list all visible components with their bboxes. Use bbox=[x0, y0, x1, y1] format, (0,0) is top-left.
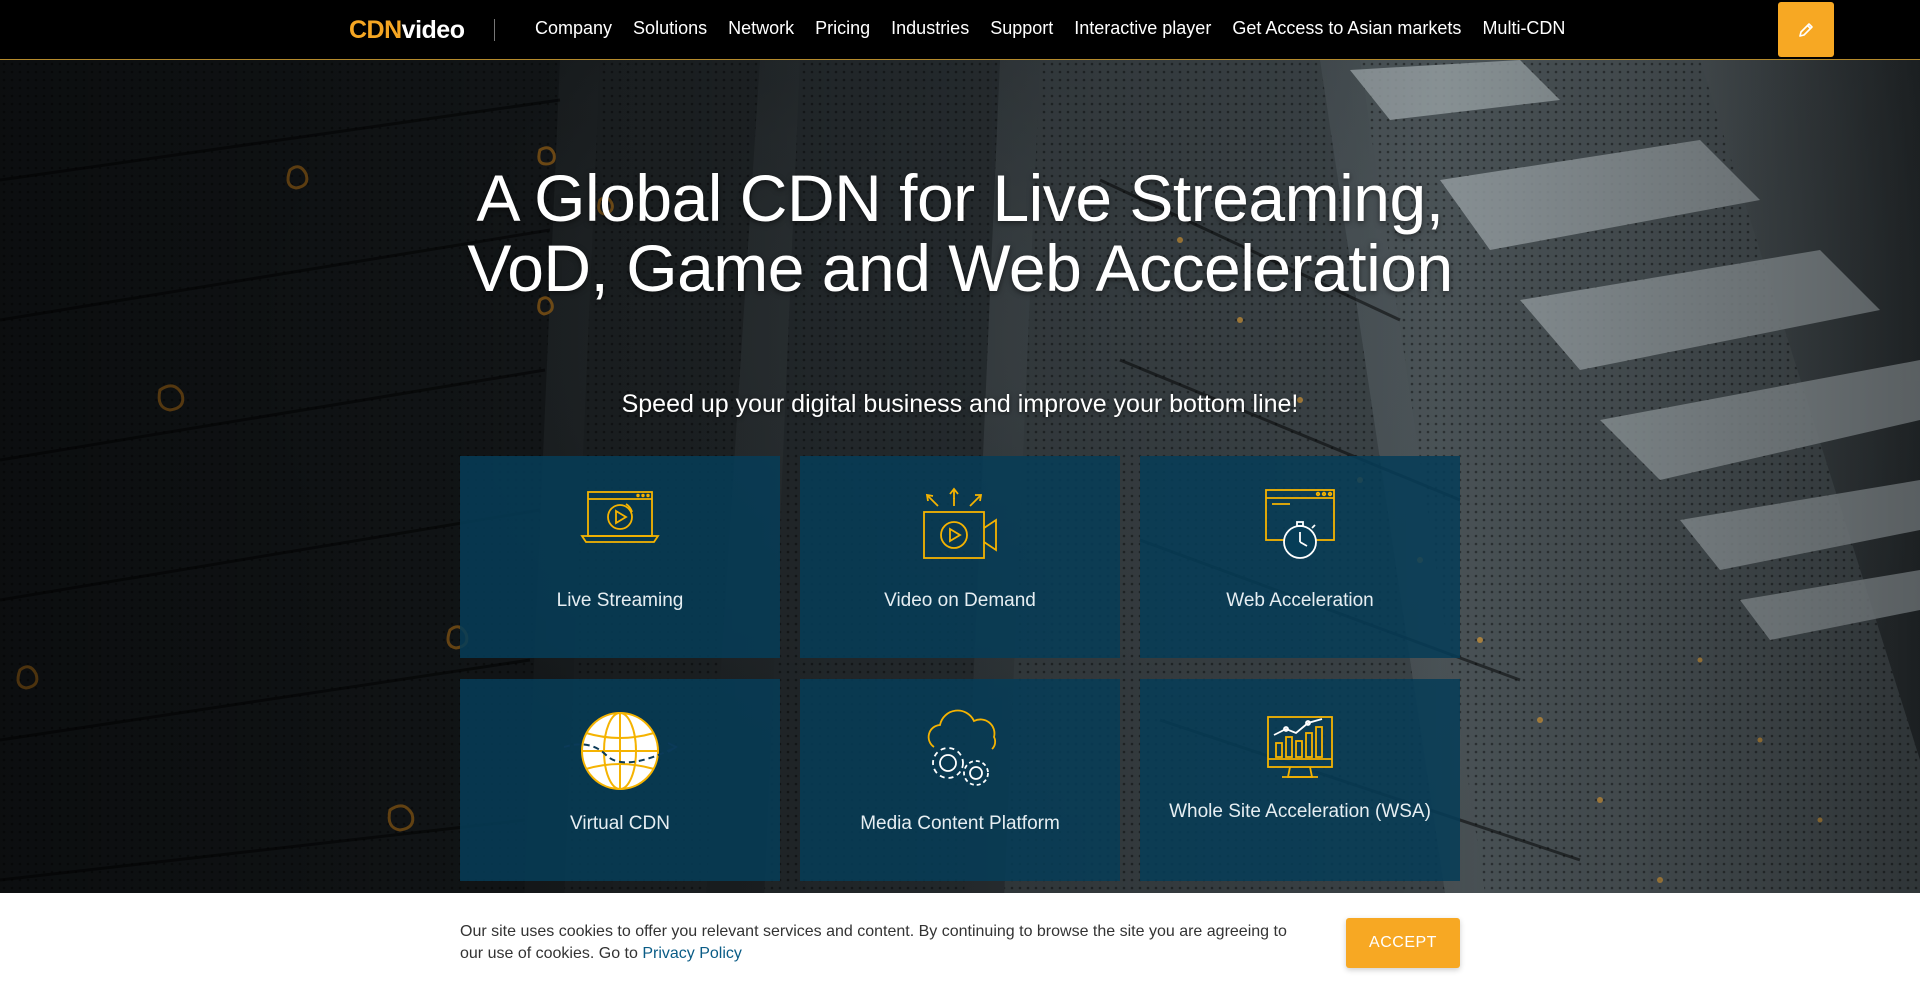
hero-subtitle: Speed up your digital business and impro… bbox=[621, 390, 1299, 418]
pencil-icon bbox=[1799, 22, 1813, 37]
logo-divider bbox=[494, 19, 495, 41]
card-video-on-demand[interactable]: Video on Demand bbox=[800, 456, 1120, 658]
card-label: Live Streaming bbox=[556, 590, 684, 611]
cookie-text: Our site uses cookies to offer you relev… bbox=[460, 923, 1287, 962]
nav-interactive-player[interactable]: Interactive player bbox=[1074, 18, 1211, 39]
card-virtual-cdn[interactable]: Virtual CDN bbox=[460, 679, 780, 881]
card-whole-site-acceleration[interactable]: Whole Site Acceleration (WSA) bbox=[1140, 679, 1460, 881]
nav-multi-cdn[interactable]: Multi-CDN bbox=[1482, 18, 1565, 39]
hero-section: A Global CDN for Live Streaming, VoD, Ga… bbox=[0, 60, 1920, 993]
web-acceleration-icon bbox=[1265, 489, 1335, 559]
card-label: Virtual CDN bbox=[570, 813, 670, 834]
card-label: Web Acceleration bbox=[1226, 590, 1374, 611]
nav-network[interactable]: Network bbox=[728, 18, 794, 39]
nav-support[interactable]: Support bbox=[990, 18, 1053, 39]
nav-asian-markets[interactable]: Get Access to Asian markets bbox=[1232, 18, 1461, 39]
video-on-demand-icon bbox=[923, 487, 997, 559]
card-label: Whole Site Acceleration (WSA) bbox=[1169, 801, 1431, 822]
accept-cookies-button[interactable]: ACCEPT bbox=[1346, 918, 1460, 968]
nav-solutions[interactable]: Solutions bbox=[633, 18, 707, 39]
card-media-content-platform[interactable]: Media Content Platform bbox=[800, 679, 1120, 881]
main-nav: Company Solutions Network Pricing Indust… bbox=[535, 0, 1565, 56]
card-label: Media Content Platform bbox=[860, 813, 1060, 834]
cdnvideo-logo[interactable]: CDN video bbox=[349, 15, 465, 45]
privacy-policy-link[interactable]: Privacy Policy bbox=[642, 945, 742, 962]
live-streaming-icon bbox=[580, 491, 660, 543]
nav-industries[interactable]: Industries bbox=[891, 18, 969, 39]
card-web-acceleration[interactable]: Web Acceleration bbox=[1140, 456, 1460, 658]
cloud-gears-icon bbox=[927, 709, 997, 786]
card-live-streaming[interactable]: Live Streaming bbox=[460, 456, 780, 658]
hero-title: A Global CDN for Live Streaming, VoD, Ga… bbox=[467, 161, 1453, 305]
nav-pricing[interactable]: Pricing bbox=[815, 18, 870, 39]
edit-button[interactable] bbox=[1778, 2, 1834, 57]
cookie-consent-bar: Our site uses cookies to offer you relev… bbox=[0, 893, 1920, 993]
logo-word: video bbox=[401, 15, 465, 44]
card-label: Video on Demand bbox=[884, 590, 1036, 611]
top-navigation-bar: CDN video Company Solutions Network Prici… bbox=[0, 0, 1920, 60]
nav-company[interactable]: Company bbox=[535, 18, 612, 39]
monitor-chart-icon bbox=[1267, 716, 1333, 778]
globe-icon bbox=[563, 712, 679, 790]
logo-mark: CDN bbox=[349, 15, 402, 44]
cookie-message: Our site uses cookies to offer you relev… bbox=[460, 921, 1310, 965]
